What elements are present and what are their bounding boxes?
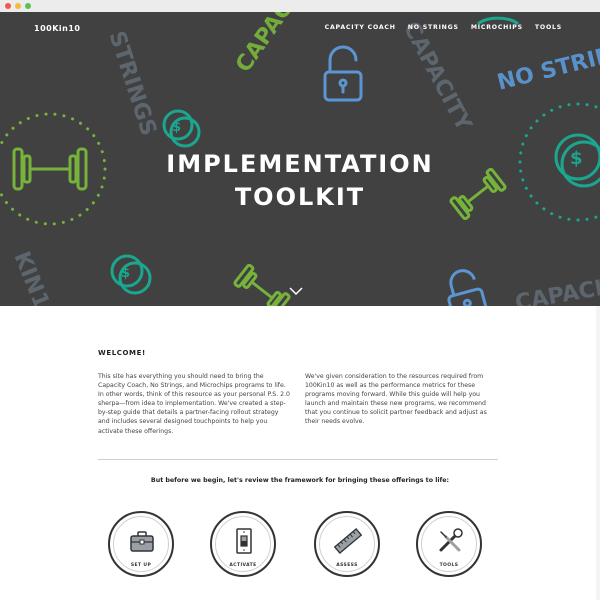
bg-word-no-strings: NO STRIN bbox=[495, 43, 600, 96]
svg-text:$: $ bbox=[121, 266, 130, 281]
minimize-window-dot[interactable] bbox=[15, 3, 21, 9]
step-tools-label: TOOLS bbox=[439, 563, 459, 568]
step-activate-label: ACTIVATE bbox=[229, 563, 257, 568]
chevron-down-icon[interactable] bbox=[289, 286, 303, 296]
bg-word-capac: CAPAC bbox=[231, 12, 298, 77]
page-title: IMPLEMENTATION TOOLKIT bbox=[0, 148, 600, 214]
ruler-icon bbox=[333, 528, 363, 554]
bg-word-strings: STRINGS bbox=[104, 28, 161, 139]
step-assess-button[interactable]: ASSESS bbox=[314, 511, 380, 577]
svg-text:$: $ bbox=[172, 120, 181, 135]
step-activate-button[interactable]: ACTIVATE bbox=[210, 511, 276, 577]
light-switch-icon bbox=[236, 528, 252, 554]
briefcase-icon bbox=[130, 531, 154, 552]
bg-word-kin10: KIN10 bbox=[8, 248, 59, 306]
nav-item-tools[interactable]: TOOLS bbox=[535, 24, 562, 31]
step-setup-label: SET UP bbox=[130, 563, 152, 568]
section-divider bbox=[98, 459, 498, 460]
browser-window: STRINGS CAPAC CAPACITY NO STRIN CAPACI K… bbox=[0, 0, 600, 600]
window-chrome bbox=[0, 0, 600, 12]
close-window-dot[interactable] bbox=[5, 3, 11, 9]
framework-intro: But before we begin, let's review the fr… bbox=[150, 477, 450, 484]
main-content: WELCOME! This site has everything you sh… bbox=[0, 306, 600, 600]
hero-banner: STRINGS CAPAC CAPACITY NO STRIN CAPACI K… bbox=[0, 12, 600, 306]
step-assess-label: ASSESS bbox=[336, 563, 358, 568]
site-logo[interactable]: 100Kin10 bbox=[34, 24, 80, 33]
page-scrollbar[interactable] bbox=[596, 306, 600, 600]
intro-paragraph-left: This site has everything you should need… bbox=[98, 373, 290, 435]
page-title-line1: IMPLEMENTATION bbox=[166, 150, 434, 178]
nav-item-no-strings[interactable]: NO STRINGS bbox=[408, 24, 459, 31]
lock-icon bbox=[323, 45, 363, 102]
lock-icon-bottom bbox=[447, 269, 489, 306]
nav-item-capacity-coach[interactable]: CAPACITY COACH bbox=[325, 24, 396, 31]
dumbbell-icon-bottom bbox=[233, 263, 291, 306]
page-title-line2: TOOLKIT bbox=[234, 183, 366, 211]
step-setup-button[interactable]: SET UP bbox=[108, 511, 174, 577]
wrench-screwdriver-icon bbox=[439, 528, 463, 552]
bg-word-capacity: CAPACITY bbox=[398, 18, 477, 136]
step-tools-button[interactable]: TOOLS bbox=[416, 511, 482, 577]
nav-item-microchips[interactable]: MICROCHIPS bbox=[471, 24, 523, 31]
bg-word-capacity-bottom: CAPACI bbox=[513, 276, 600, 306]
maximize-window-dot[interactable] bbox=[25, 3, 31, 9]
main-nav: CAPACITY COACH NO STRINGS MICROCHIPS TOO… bbox=[325, 24, 562, 31]
intro-paragraph-right: We've given consideration to the resourc… bbox=[305, 373, 487, 426]
welcome-heading: WELCOME! bbox=[98, 349, 146, 357]
